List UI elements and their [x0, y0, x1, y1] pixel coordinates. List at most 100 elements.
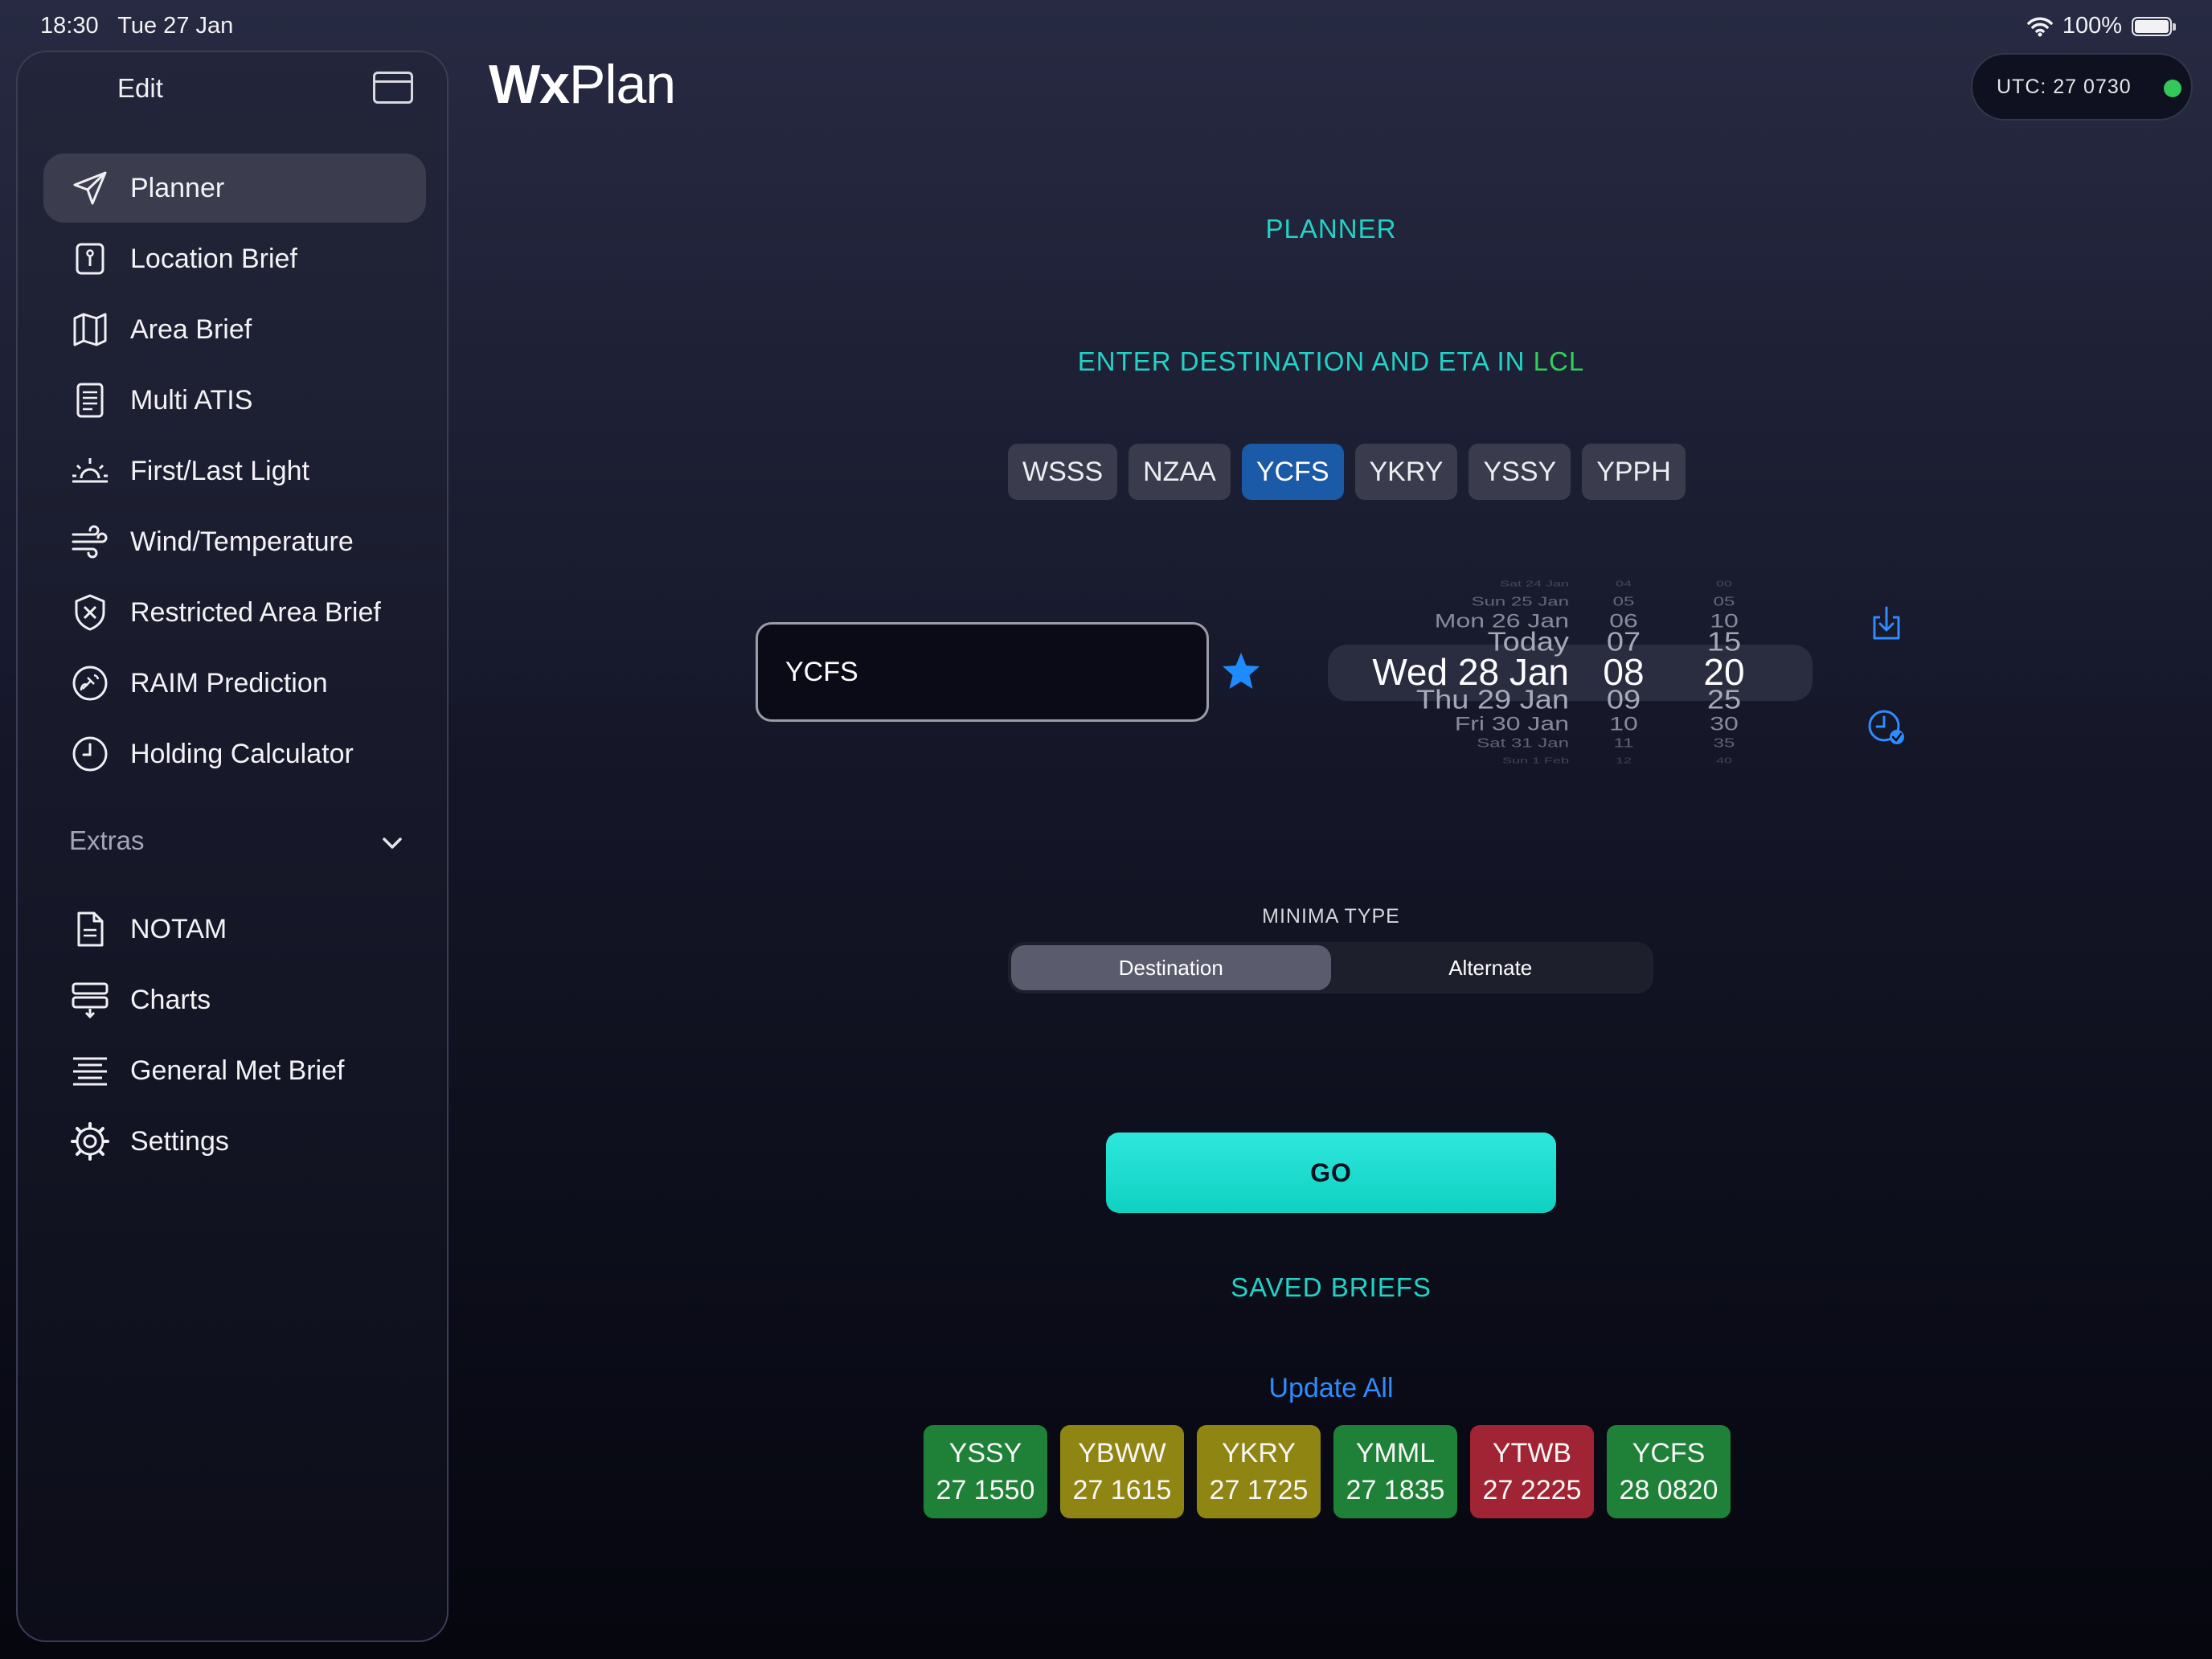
- shield-x-icon: [69, 592, 111, 633]
- sidebar-item-notam[interactable]: NOTAM: [43, 895, 426, 964]
- picker-date-value[interactable]: Thu 29 Jan: [1416, 686, 1569, 716]
- minima-segmented-control: Destination Alternate: [1008, 942, 1653, 993]
- saved-brief-tile[interactable]: YCFS 28 0820: [1607, 1425, 1731, 1518]
- quick-pick-chip[interactable]: NZAA: [1129, 444, 1231, 500]
- picker-minute-value[interactable]: 40: [1696, 756, 1752, 766]
- minima-destination-option[interactable]: Destination: [1011, 945, 1331, 990]
- saved-briefs-row: YSSY 27 1550 YBWW 27 1615 YKRY 27 1725 Y…: [924, 1425, 1731, 1518]
- satellite-icon: [69, 662, 111, 704]
- sidebar-item-general-met-brief[interactable]: General Met Brief: [43, 1036, 426, 1105]
- utc-value: 27 0730: [2053, 75, 2132, 98]
- go-button[interactable]: GO: [1106, 1133, 1556, 1213]
- sidebar-item-wind-temperature[interactable]: Wind/Temperature: [43, 507, 426, 576]
- picker-date-value[interactable]: Sun 1 Feb: [1502, 756, 1569, 766]
- download-icon[interactable]: [1866, 603, 1907, 643]
- clock-icon: [69, 733, 111, 775]
- picker-hour-value[interactable]: 09: [1600, 686, 1648, 716]
- saved-brief-tile[interactable]: YSSY 27 1550: [924, 1425, 1047, 1518]
- saved-brief-time: 27 1835: [1346, 1475, 1445, 1505]
- picker-date-value[interactable]: Sat 31 Jan: [1477, 736, 1569, 751]
- location-brief-icon: [69, 238, 111, 280]
- picker-hour-value[interactable]: 10: [1600, 712, 1648, 735]
- map-icon: [69, 309, 111, 350]
- sidebar-item-label: NOTAM: [130, 913, 227, 944]
- minima-alternate-option[interactable]: Alternate: [1331, 945, 1651, 990]
- quick-pick-chip[interactable]: YKRY: [1354, 444, 1458, 500]
- saved-brief-tile[interactable]: YBWW 27 1615: [1060, 1425, 1184, 1518]
- charts-icon: [69, 979, 111, 1021]
- met-lines-icon: [69, 1050, 111, 1092]
- picker-date-value[interactable]: Fri 30 Jan: [1455, 712, 1569, 735]
- instruction-unit: LCL: [1533, 346, 1585, 376]
- sidebar-item-multi-atis[interactable]: Multi ATIS: [43, 366, 426, 435]
- picker-date-value[interactable]: Sat 24 Jan: [1500, 580, 1569, 589]
- saved-brief-station: YTWB: [1492, 1438, 1572, 1469]
- picker-minute-value[interactable]: 30: [1696, 712, 1752, 735]
- saved-brief-time: 27 1725: [1209, 1475, 1309, 1505]
- app-title-bold: Wx: [489, 54, 570, 115]
- quick-pick-chip-selected[interactable]: YCFS: [1241, 444, 1344, 500]
- saved-brief-time: 28 0820: [1619, 1475, 1718, 1505]
- sidebar-item-settings[interactable]: Settings: [43, 1107, 426, 1176]
- sidebar-item-restricted-area-brief[interactable]: Restricted Area Brief: [43, 578, 426, 647]
- picker-minute-value[interactable]: 05: [1696, 595, 1752, 609]
- picker-hour-value[interactable]: 11: [1600, 736, 1648, 751]
- paper-plane-icon: [69, 167, 111, 209]
- sidebar-item-label: General Met Brief: [130, 1055, 345, 1086]
- sidebar-item-first-last-light[interactable]: First/Last Light: [43, 436, 426, 506]
- minima-type-label: MINIMA TYPE: [1262, 905, 1400, 928]
- picker-hour-value[interactable]: 04: [1600, 580, 1648, 589]
- sidebar: Edit Planner Location Brief Area Brief M…: [16, 51, 449, 1642]
- sidebar-item-location-brief[interactable]: Location Brief: [43, 224, 426, 293]
- picker-date-value[interactable]: Sun 25 Jan: [1472, 595, 1569, 609]
- sidebar-item-label: First/Last Light: [130, 455, 309, 486]
- sidebar-item-charts[interactable]: Charts: [43, 965, 426, 1034]
- picker-hour-value[interactable]: 05: [1600, 595, 1648, 609]
- sidebar-item-label: Location Brief: [130, 243, 297, 274]
- saved-brief-station: YKRY: [1222, 1438, 1296, 1469]
- sidebar-item-label: Settings: [130, 1125, 229, 1157]
- instruction-heading: ENTER DESTINATION AND ETA IN LCL: [450, 346, 2212, 377]
- status-bar-clock: 18:30 Tue 27 Jan: [40, 13, 233, 39]
- saved-brief-time: 27 1550: [936, 1475, 1035, 1505]
- favorite-star-icon[interactable]: [1219, 649, 1264, 694]
- instruction-main: ENTER DESTINATION AND ETA IN: [1077, 346, 1526, 376]
- quick-pick-row: WSSS NZAA YCFS YKRY YSSY YPPH: [1008, 444, 1686, 500]
- sidebar-item-label: Charts: [130, 984, 211, 1015]
- battery-percentage: 100%: [2062, 13, 2122, 39]
- wifi-icon: [2027, 17, 2053, 36]
- battery-icon: [2132, 16, 2176, 36]
- sidebar-item-label: Planner: [130, 172, 225, 203]
- saved-brief-tile[interactable]: YKRY 27 1725: [1197, 1425, 1321, 1518]
- saved-brief-tile[interactable]: YMML 27 1835: [1333, 1425, 1457, 1518]
- chevron-down-icon[interactable]: [376, 827, 408, 859]
- sidebar-edit-button[interactable]: Edit: [117, 73, 163, 104]
- app-title: WxPlan: [489, 53, 676, 116]
- picker-minute-value[interactable]: 25: [1696, 686, 1752, 716]
- sidebar-item-area-brief[interactable]: Area Brief: [43, 295, 426, 364]
- wind-icon: [69, 521, 111, 563]
- sidebar-item-label: RAIM Prediction: [130, 667, 328, 698]
- sidebar-item-holding-calculator[interactable]: Holding Calculator: [43, 719, 426, 789]
- sidebar-item-planner[interactable]: Planner: [43, 154, 426, 223]
- sidebar-item-label: Area Brief: [130, 313, 252, 345]
- picker-minute-value[interactable]: 35: [1696, 736, 1752, 751]
- quick-pick-chip[interactable]: YSSY: [1469, 444, 1571, 500]
- destination-input[interactable]: [756, 622, 1209, 722]
- saved-brief-tile[interactable]: YTWB 27 2225: [1470, 1425, 1594, 1518]
- status-time: 18:30: [40, 13, 99, 39]
- sidebar-item-raim-prediction[interactable]: RAIM Prediction: [43, 649, 426, 718]
- picker-minute-value[interactable]: 00: [1696, 580, 1752, 589]
- saved-brief-time: 27 2225: [1482, 1475, 1582, 1505]
- sidebar-item-label: Multi ATIS: [130, 384, 253, 416]
- sidebar-toggle-icon[interactable]: [373, 72, 413, 104]
- picker-hour-value[interactable]: 12: [1600, 756, 1648, 766]
- sunrise-icon: [69, 450, 111, 492]
- quick-pick-chip[interactable]: WSSS: [1008, 444, 1118, 500]
- clock-check-icon[interactable]: [1866, 707, 1907, 748]
- status-bar-indicators: 100%: [2027, 13, 2176, 39]
- saved-brief-time: 27 1615: [1072, 1475, 1172, 1505]
- extras-section-label: Extras: [69, 825, 145, 855]
- quick-pick-chip[interactable]: YPPH: [1582, 444, 1686, 500]
- update-all-link[interactable]: Update All: [450, 1373, 2212, 1404]
